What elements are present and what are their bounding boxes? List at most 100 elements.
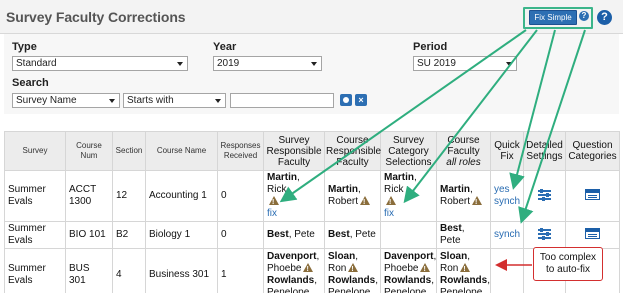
categories-icon[interactable] xyxy=(585,188,600,200)
cell-survey-responsible-faculty: Davenport, Phoebe Rowlands, Penelope xyxy=(263,248,325,293)
col-course-faculty: Course Faculty all roles xyxy=(436,131,491,171)
cell-course-num: ACCT 1300 xyxy=(65,170,113,222)
type-select[interactable]: Standard xyxy=(12,56,188,71)
cell-detailed-settings xyxy=(523,221,566,249)
cell-course-faculty: Best, Pete xyxy=(436,221,491,249)
warning-icon xyxy=(460,262,471,276)
faculty-last-name: Rowlands xyxy=(384,274,432,286)
cell-responses: 0 xyxy=(217,170,264,222)
faculty-first-name: , Pete xyxy=(349,229,376,240)
close-icon: × xyxy=(358,95,364,105)
cell-course-responsible-faculty: Sloan, Ron Rowlands, Penelope xyxy=(324,248,381,293)
faculty-last-name: Sloan xyxy=(328,250,356,262)
faculty-last-name: Best xyxy=(267,229,289,240)
page-title: Survey Faculty Corrections xyxy=(6,9,186,25)
col-responses[interactable]: Responses Received xyxy=(217,131,264,171)
col-survey[interactable]: Survey xyxy=(4,131,66,171)
faculty-last-name: Martin xyxy=(267,172,297,183)
table-header-row: Survey Course Num Section Course Name Re… xyxy=(4,131,620,171)
table-row: Summer Evals BIO 101 B2 Biology 1 0 Best… xyxy=(4,221,620,249)
cell-question-categories xyxy=(565,170,620,222)
chevron-down-icon xyxy=(311,62,317,66)
faculty-last-name: Best xyxy=(328,229,350,240)
period-select-value: SU 2019 xyxy=(417,58,456,69)
faculty-last-name: Rowlands xyxy=(267,274,315,286)
cell-quick-fix: yes synch xyxy=(490,170,524,222)
quick-fix-synch-link[interactable]: synch xyxy=(494,196,520,207)
callout-too-complex: Too complex to auto-fix xyxy=(533,247,603,281)
search-field-value: Survey Name xyxy=(16,95,77,106)
cell-survey-responsible-faculty: Best, Pete xyxy=(263,221,325,249)
search-label: Search xyxy=(12,77,49,89)
cell-detailed-settings xyxy=(523,170,566,222)
faculty-last-name: Davenport xyxy=(267,250,317,262)
col-section[interactable]: Section xyxy=(112,131,146,171)
cell-course-faculty: Sloan, Ron Rowlands, Penelope xyxy=(436,248,491,293)
callout-line-1: Too complex xyxy=(539,252,597,263)
results-table: Survey Course Num Section Course Name Re… xyxy=(4,131,620,293)
quick-fix-yes-link[interactable]: yes xyxy=(494,184,510,195)
warning-icon xyxy=(303,262,314,276)
filter-panel: Type Standard Year 2019 Period SU 2019 S… xyxy=(4,34,619,114)
help-icon[interactable]: ? xyxy=(597,10,612,25)
cell-course-responsible-faculty: Best, Pete xyxy=(324,221,381,249)
col-course-faculty-subtitle: all roles xyxy=(446,156,481,168)
search-field-select[interactable]: Survey Name xyxy=(12,93,120,108)
col-survey-responsible-faculty: Survey Responsible Faculty xyxy=(263,131,325,171)
clear-search-button[interactable]: × xyxy=(355,94,367,106)
fix-link[interactable]: fix xyxy=(267,208,277,219)
chevron-down-icon xyxy=(109,99,115,103)
year-select[interactable]: 2019 xyxy=(213,56,322,71)
type-label: Type xyxy=(12,41,37,53)
cell-survey: Summer Evals xyxy=(4,170,66,222)
year-label: Year xyxy=(213,41,237,53)
faculty-last-name: Martin xyxy=(440,184,470,195)
period-select[interactable]: SU 2019 xyxy=(413,56,517,71)
search-button[interactable] xyxy=(340,94,352,106)
faculty-last-name: Rowlands xyxy=(440,274,488,286)
sliders-icon[interactable] xyxy=(538,227,551,240)
fix-link[interactable]: fix xyxy=(384,208,394,219)
cell-course-num: BUS 301 xyxy=(65,248,113,293)
cell-question-categories xyxy=(565,221,620,249)
search-operator-value: Starts with xyxy=(127,95,174,106)
cell-course-name: Biology 1 xyxy=(145,221,218,249)
chevron-down-icon xyxy=(215,99,221,103)
categories-icon[interactable] xyxy=(585,227,600,239)
faculty-last-name: Rowlands xyxy=(328,274,376,286)
faculty-first-name: , Pete xyxy=(288,229,315,240)
quick-fix-synch-link[interactable]: synch xyxy=(494,229,520,240)
cell-survey-category-selections: Martin, Rick fix xyxy=(380,170,437,222)
cell-course-name: Accounting 1 xyxy=(145,170,218,222)
fix-simple-button[interactable]: Fix Simple xyxy=(529,10,577,25)
warning-icon xyxy=(472,196,483,209)
faculty-last-name: Davenport xyxy=(384,250,434,262)
chevron-down-icon xyxy=(506,62,512,66)
col-course-num[interactable]: Course Num xyxy=(65,131,113,171)
cell-survey-responsible-faculty: Martin, Rick fix xyxy=(263,170,325,222)
warning-icon xyxy=(386,196,396,209)
col-survey-category-selections: Survey Category Selections xyxy=(380,131,437,171)
warning-icon xyxy=(420,262,431,276)
fix-simple-help-icon[interactable]: ? xyxy=(579,11,589,21)
col-course-responsible-faculty: Course Responsible Faculty xyxy=(324,131,381,171)
cell-quick-fix xyxy=(490,248,524,293)
cell-survey: Summer Evals xyxy=(4,248,66,293)
faculty-last-name: Best xyxy=(440,223,462,234)
chevron-down-icon xyxy=(177,62,183,66)
col-course-name[interactable]: Course Name xyxy=(145,131,218,171)
table-row: Summer Evals BUS 301 4 Business 301 1 Da… xyxy=(4,248,620,293)
callout-line-2: to auto-fix xyxy=(546,264,590,275)
year-select-value: 2019 xyxy=(217,58,240,69)
search-input[interactable] xyxy=(230,93,334,108)
cell-survey: Summer Evals xyxy=(4,221,66,249)
type-select-value: Standard xyxy=(16,58,57,69)
cell-section: B2 xyxy=(112,221,146,249)
sliders-icon[interactable] xyxy=(538,188,551,201)
search-operator-select[interactable]: Starts with xyxy=(123,93,226,108)
cell-survey-category-selections: Davenport, Phoebe Rowlands, Penelope xyxy=(380,248,437,293)
cell-section: 12 xyxy=(112,170,146,222)
cell-course-responsible-faculty: Martin, Robert xyxy=(324,170,381,222)
cell-quick-fix: synch xyxy=(490,221,524,249)
col-detailed-settings: Detailed Settings xyxy=(523,131,566,171)
